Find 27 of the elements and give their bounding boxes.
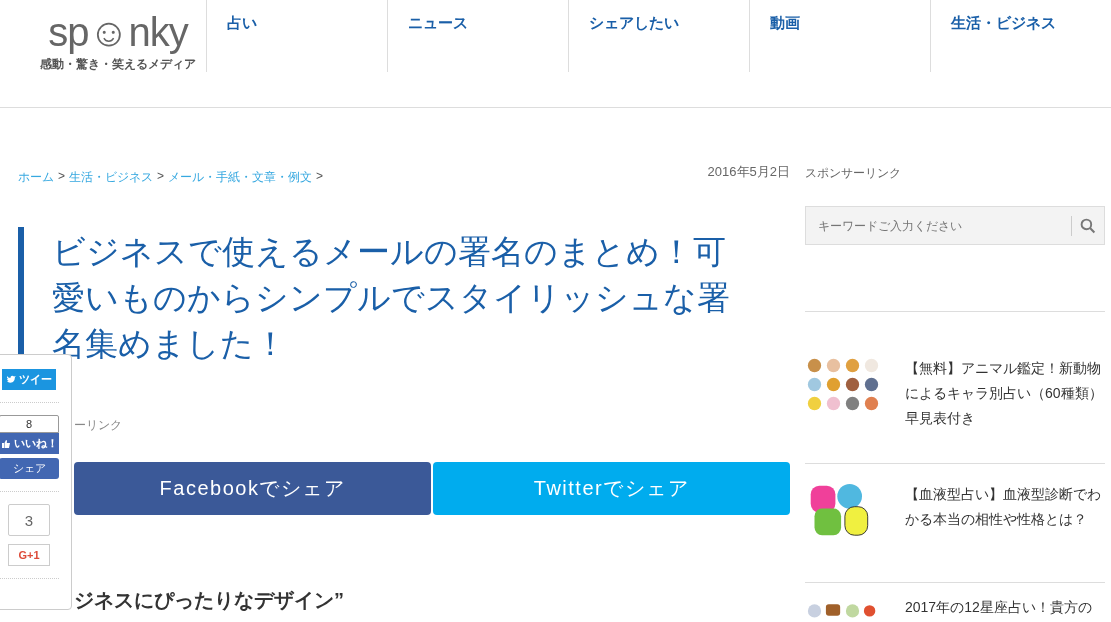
post-date: 2016年5月2日 (707, 163, 790, 181)
sponsor-label: スポンサーリンク (805, 165, 902, 182)
section-heading: ジネスにぴったりなデザイン” (74, 588, 345, 613)
site-logo[interactable]: sp☺nky (48, 10, 188, 54)
like-button[interactable]: いいね！ (0, 433, 59, 454)
plus-count: 3 (8, 504, 50, 536)
breadcrumb-separator: > (157, 169, 165, 185)
share-button[interactable]: Facebookでシェア (74, 462, 431, 515)
tweet-button[interactable]: ツイー (2, 369, 56, 390)
breadcrumb-separator: > (58, 169, 65, 185)
thumbs-up-icon (0, 438, 11, 449)
article-link[interactable]: 【血液型占い】血液型診断でわかる本当の相性や性格とは？ (905, 482, 1105, 562)
plus-one-button[interactable]: G+1 (8, 544, 50, 566)
nav-link[interactable]: シェアしたい (568, 0, 749, 72)
nav-link[interactable]: ニュース (387, 0, 568, 72)
sponsor-label: ーリンク (74, 417, 123, 434)
search-icon[interactable] (1080, 217, 1096, 234)
search-field[interactable]: キーワードご入力ください (805, 206, 1105, 245)
site-tagline: 感動・驚き・笑えるメディア (40, 56, 196, 73)
facebook-share-button[interactable]: シェア (0, 458, 59, 479)
nav-link[interactable]: 動画 (749, 0, 930, 72)
article-link[interactable]: 【無料】アニマル鑑定！新動物によるキャラ別占い（60種類）早見表付き (905, 356, 1105, 443)
nav-link[interactable]: 占い (206, 0, 387, 72)
nav-link[interactable]: 生活・ビジネス (930, 0, 1111, 72)
breadcrumb-separator: > (316, 169, 324, 185)
article-link[interactable]: 2017年の12星座占い！貴方の (905, 595, 1092, 622)
bird-icon (6, 374, 16, 385)
